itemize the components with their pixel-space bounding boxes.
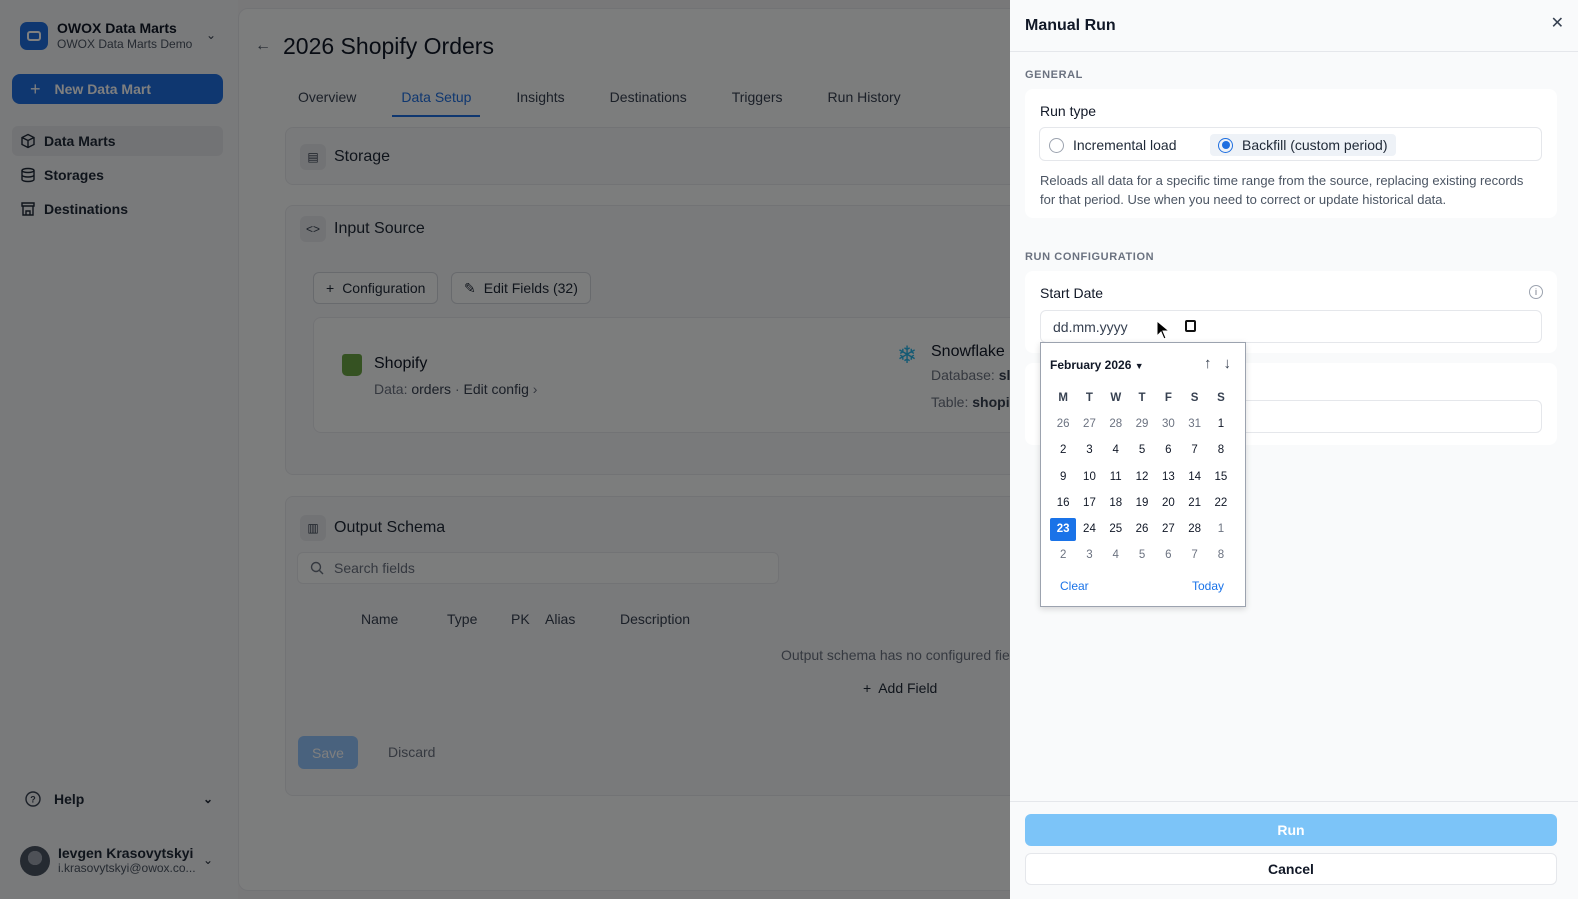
- calendar-day[interactable]: 6: [1155, 544, 1181, 567]
- radio-label: Incremental load: [1073, 137, 1177, 153]
- calendar-day[interactable]: 22: [1208, 492, 1234, 515]
- run-type-radio-group: Incremental load Backfill (custom period…: [1039, 127, 1542, 161]
- calendar-icon[interactable]: [1185, 320, 1196, 332]
- calendar-day[interactable]: 8: [1208, 439, 1234, 462]
- calendar-day[interactable]: 28: [1103, 413, 1129, 436]
- calendar-week-row: 2345678: [1050, 438, 1240, 464]
- start-date-panel: Start Date i dd.mm.yyyy: [1025, 271, 1557, 353]
- calendar-day[interactable]: 2: [1050, 544, 1076, 567]
- clear-button[interactable]: Clear: [1060, 579, 1089, 593]
- arrow-down-icon[interactable]: ↓: [1224, 355, 1232, 372]
- run-button[interactable]: Run: [1025, 814, 1557, 846]
- arrow-up-icon[interactable]: ↑: [1204, 355, 1212, 372]
- calendar-week-row: 2345678: [1050, 543, 1240, 569]
- calendar-day[interactable]: 27: [1155, 518, 1181, 541]
- modal-overlay[interactable]: [0, 0, 1010, 899]
- general-section-label: GENERAL: [1025, 69, 1083, 81]
- start-date-label: Start Date: [1040, 285, 1104, 301]
- calendar-day[interactable]: 3: [1076, 439, 1102, 462]
- weekday-label: T: [1085, 391, 1093, 404]
- run-type-description: Reloads all data for a specific time ran…: [1040, 173, 1524, 207]
- calendar-day[interactable]: 17: [1076, 492, 1102, 515]
- month-label: February 2026: [1050, 358, 1132, 372]
- calendar-day[interactable]: 20: [1155, 492, 1181, 515]
- calendar-day[interactable]: 26: [1129, 518, 1155, 541]
- calendar-week-row: 23 24 25 26 27 28 1: [1050, 516, 1240, 542]
- mouse-cursor-icon: [1156, 320, 1170, 340]
- info-icon[interactable]: i: [1529, 285, 1543, 299]
- calendar-day[interactable]: 23: [1050, 518, 1077, 542]
- calendar-day[interactable]: 3: [1076, 544, 1102, 567]
- calendar-day[interactable]: 27: [1076, 413, 1102, 436]
- calendar-day[interactable]: 26: [1050, 413, 1076, 436]
- calendar-day[interactable]: 11: [1103, 466, 1129, 489]
- divider: [1010, 801, 1578, 802]
- run-type-panel: Run type Incremental load Backfill (cust…: [1025, 89, 1557, 218]
- weekday-label: T: [1138, 391, 1146, 404]
- calendar-day[interactable]: 1: [1208, 518, 1234, 541]
- calendar-day[interactable]: 2: [1050, 439, 1076, 462]
- divider: [1010, 51, 1578, 52]
- run-type-label: Run type: [1040, 103, 1097, 119]
- calendar-day[interactable]: 29: [1129, 413, 1155, 436]
- calendar-week-row: 16 17 18 19 20 21 22: [1050, 490, 1240, 516]
- weekday-label: S: [1217, 391, 1225, 404]
- calendar-day[interactable]: 6: [1155, 439, 1181, 462]
- drawer-title: Manual Run: [1025, 17, 1116, 34]
- today-button[interactable]: Today: [1192, 579, 1224, 593]
- cancel-button[interactable]: Cancel: [1025, 853, 1557, 885]
- calendar-grid: MTWTFSS 26 27 28 29 30 31 1 2 3 4 5 6 7 8 9 10 11 12 13 14 1…: [1050, 385, 1240, 569]
- radio-incremental-load[interactable]: Incremental load: [1041, 134, 1185, 156]
- calendar-day[interactable]: 19: [1129, 492, 1155, 515]
- calendar-day[interactable]: 28: [1181, 518, 1207, 541]
- date-picker: February 2026 ▼ ↑ ↓ MTWTFSS 26 27 28 29 30 31…: [1040, 342, 1246, 607]
- calendar-day[interactable]: 1: [1208, 413, 1234, 436]
- calendar-day[interactable]: 4: [1103, 439, 1129, 462]
- calendar-day[interactable]: 30: [1155, 413, 1181, 436]
- calendar-day[interactable]: 9: [1050, 466, 1076, 489]
- calendar-day[interactable]: 21: [1181, 492, 1207, 515]
- radio-circle-selected: [1218, 137, 1233, 153]
- caret-down-icon: ▼: [1134, 361, 1144, 371]
- calendar-day[interactable]: 4: [1103, 544, 1129, 567]
- radio-label: Backfill (custom period): [1242, 137, 1388, 153]
- close-icon[interactable]: ✕: [1551, 13, 1564, 33]
- calendar-day[interactable]: 16: [1050, 492, 1076, 515]
- start-date-input[interactable]: dd.mm.yyyy: [1040, 310, 1542, 343]
- calendar-week-row: 26 27 28 29 30 31 1: [1050, 411, 1240, 437]
- weekday-label: S: [1190, 391, 1199, 404]
- weekday-label: M: [1058, 391, 1068, 404]
- calendar-day[interactable]: 18: [1103, 492, 1129, 515]
- date-placeholder: dd.mm.yyyy: [1053, 318, 1128, 335]
- radio-circle: [1049, 137, 1064, 153]
- calendar-day[interactable]: 14: [1181, 466, 1207, 489]
- calendar-day[interactable]: 12: [1129, 466, 1155, 489]
- calendar-day[interactable]: 15: [1208, 466, 1234, 489]
- calendar-day[interactable]: 31: [1181, 413, 1207, 436]
- radio-backfill[interactable]: Backfill (custom period): [1210, 134, 1396, 156]
- calendar-day[interactable]: 5: [1129, 439, 1155, 462]
- calendar-day[interactable]: 7: [1181, 439, 1207, 462]
- run-configuration-section-label: RUN CONFIGURATION: [1025, 251, 1155, 263]
- weekday-label: F: [1164, 391, 1172, 404]
- calendar-day[interactable]: 7: [1181, 544, 1207, 567]
- weekday-label: W: [1110, 391, 1122, 404]
- month-selector[interactable]: February 2026 ▼: [1050, 358, 1144, 372]
- calendar-day[interactable]: 25: [1103, 518, 1129, 541]
- calendar-day[interactable]: 24: [1076, 518, 1102, 541]
- calendar-day[interactable]: 8: [1208, 544, 1234, 567]
- weekday-header: MTWTFSS: [1050, 385, 1240, 411]
- calendar-week-row: 9 10 11 12 13 14 15: [1050, 464, 1240, 490]
- calendar-day[interactable]: 5: [1129, 544, 1155, 567]
- calendar-day[interactable]: 10: [1076, 466, 1102, 489]
- calendar-day[interactable]: 13: [1155, 466, 1181, 489]
